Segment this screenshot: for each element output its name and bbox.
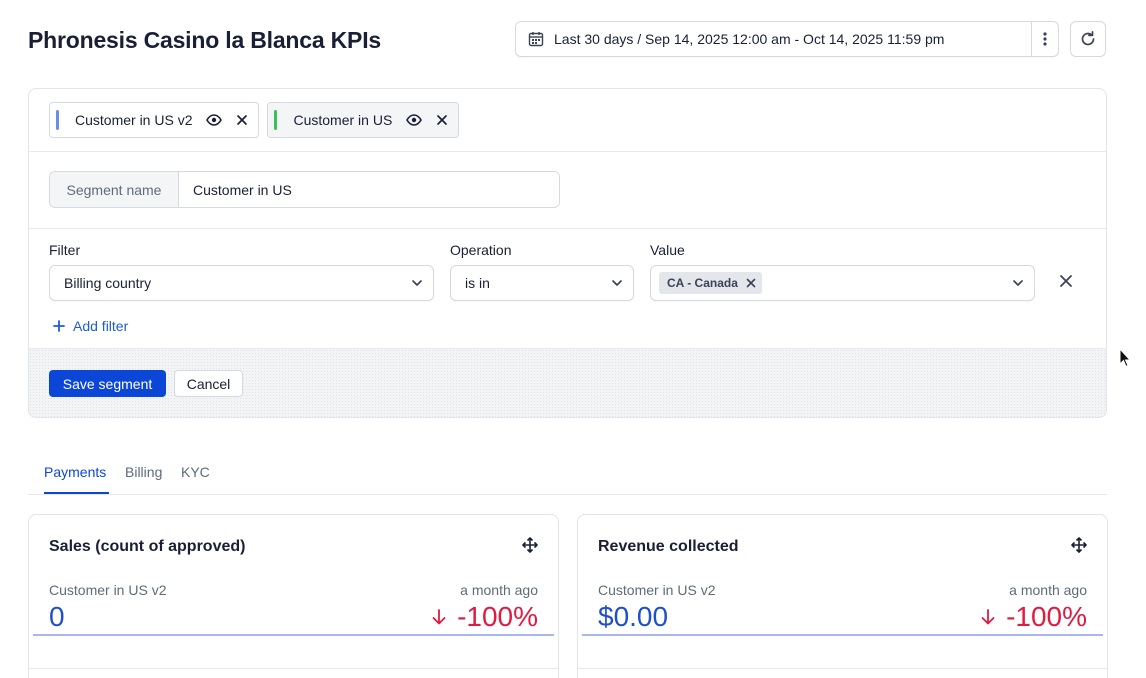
- calendar-icon: [528, 31, 554, 47]
- tab-kyc[interactable]: KYC: [181, 464, 210, 480]
- card-change-value: -100%: [1006, 601, 1087, 632]
- date-range-picker[interactable]: Last 30 days / Sep 14, 2025 12:00 am - O…: [515, 21, 1059, 57]
- divider: [578, 668, 1107, 669]
- tab-billing[interactable]: Billing: [125, 464, 162, 480]
- card-segment-label: Customer in US v2: [49, 582, 167, 598]
- close-icon[interactable]: [436, 114, 448, 126]
- cancel-button[interactable]: Cancel: [174, 370, 243, 397]
- filter-select[interactable]: Billing country: [49, 265, 434, 301]
- active-tab-underline: [44, 492, 109, 494]
- save-segment-button[interactable]: Save segment: [49, 370, 166, 397]
- kpi-card-sales: Sales (count of approved) Customer in US…: [28, 514, 559, 678]
- date-range-button[interactable]: Last 30 days / Sep 14, 2025 12:00 am - O…: [516, 22, 1031, 56]
- refresh-icon: [1079, 30, 1097, 48]
- card-compare-label: a month ago: [1009, 582, 1087, 598]
- segment-chip-active[interactable]: Customer in US: [267, 102, 460, 138]
- filter-select-value: Billing country: [64, 275, 152, 291]
- tab-payments[interactable]: Payments: [44, 464, 106, 480]
- refresh-button[interactable]: [1070, 21, 1106, 57]
- page-title: Phronesis Casino la Blanca KPIs: [28, 27, 381, 53]
- segment-name-field: Segment name: [49, 171, 560, 208]
- add-filter-button[interactable]: Add filter: [53, 318, 128, 334]
- value-multiselect[interactable]: CA - Canada: [650, 265, 1035, 301]
- move-icon[interactable]: [522, 537, 538, 553]
- card-series-line: [33, 634, 554, 636]
- operation-select[interactable]: is in: [450, 265, 634, 301]
- segment-color-bar: [274, 110, 278, 130]
- value-tag-label: CA - Canada: [667, 276, 738, 290]
- kebab-menu-icon[interactable]: [1031, 22, 1058, 56]
- kpi-card-revenue: Revenue collected Customer in US v2 a mo…: [577, 514, 1108, 678]
- card-series-line: [582, 634, 1103, 636]
- card-value: $0.00: [598, 601, 669, 632]
- arrow-down-icon: [431, 608, 457, 626]
- card-compare-label: a month ago: [460, 582, 538, 598]
- operation-label: Operation: [450, 242, 512, 258]
- card-title: Sales (count of approved): [49, 538, 246, 555]
- card-segment-label: Customer in US v2: [598, 582, 716, 598]
- segment-chip-label: Customer in US v2: [75, 112, 193, 128]
- segment-chip[interactable]: Customer in US v2: [49, 102, 260, 138]
- card-change-value: -100%: [457, 601, 538, 632]
- card-value: 0: [49, 601, 65, 632]
- segment-name-label: Segment name: [50, 172, 179, 207]
- card-title: Revenue collected: [598, 538, 739, 555]
- operation-select-value: is in: [465, 275, 490, 291]
- date-range-label: Last 30 days / Sep 14, 2025 12:00 am - O…: [554, 31, 945, 47]
- tab-bar: Payments Billing KYC: [28, 462, 1107, 495]
- close-icon[interactable]: [236, 114, 248, 126]
- plus-icon: [53, 320, 73, 332]
- segment-chip-label: Customer in US: [293, 112, 393, 128]
- card-change: -100%: [980, 601, 1087, 633]
- divider: [29, 668, 558, 669]
- move-icon[interactable]: [1071, 537, 1087, 553]
- value-label: Value: [650, 242, 685, 258]
- close-icon: [1059, 274, 1073, 288]
- close-icon[interactable]: [746, 278, 756, 288]
- add-filter-label: Add filter: [73, 318, 129, 334]
- segment-chips: Customer in US v2 Customer in US: [49, 102, 460, 138]
- chevron-down-icon: [1012, 277, 1024, 289]
- value-tag: CA - Canada: [659, 272, 762, 294]
- arrow-down-icon: [980, 608, 1006, 626]
- segment-color-bar: [56, 110, 59, 130]
- mouse-cursor-icon: [1119, 347, 1132, 373]
- card-change: -100%: [431, 601, 538, 633]
- eye-icon[interactable]: [206, 114, 223, 126]
- divider: [29, 151, 1106, 152]
- filter-label: Filter: [49, 242, 81, 258]
- divider: [29, 228, 1106, 229]
- chevron-down-icon: [611, 277, 623, 289]
- chevron-down-icon: [411, 277, 423, 289]
- remove-filter-button[interactable]: [1059, 274, 1073, 288]
- segment-editor-panel: Customer in US v2 Customer in US Segment…: [28, 88, 1107, 418]
- segment-name-input[interactable]: [179, 172, 559, 207]
- eye-icon[interactable]: [406, 114, 423, 126]
